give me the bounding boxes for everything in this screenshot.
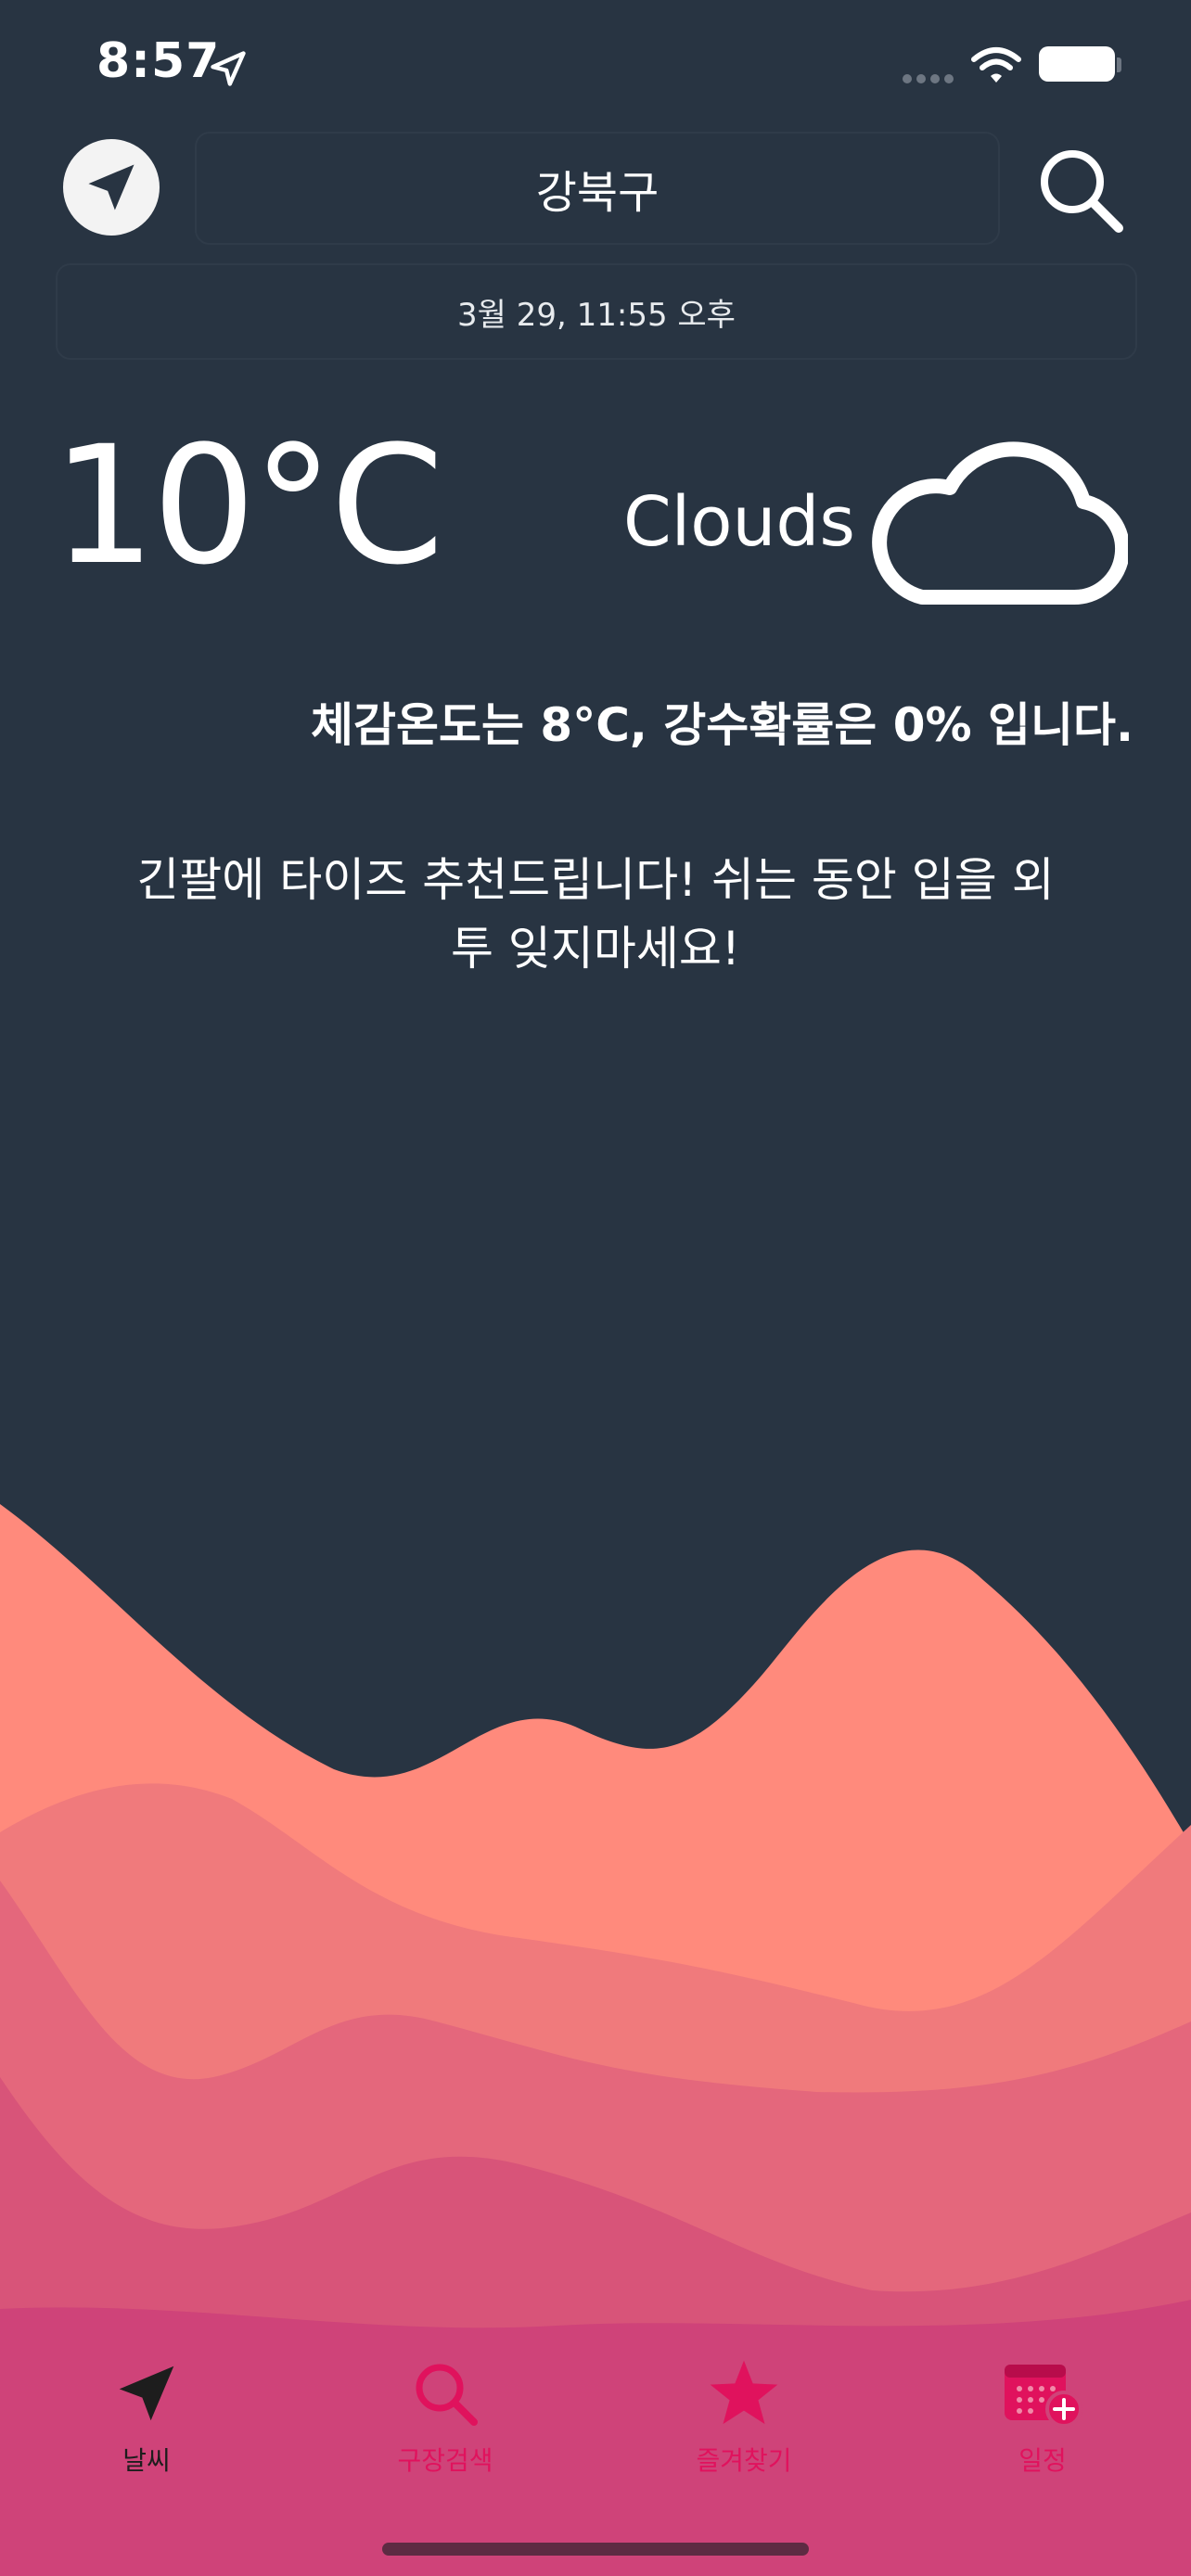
location-arrow-icon xyxy=(88,164,134,210)
weather-condition: Clouds xyxy=(623,482,855,562)
clothing-recommendation: 긴팔에 타이즈 추천드립니다! 쉬는 동안 입을 외투 잊지마세요! xyxy=(136,853,1055,976)
status-time: 8:57 xyxy=(96,33,221,89)
tab-label: 날씨 xyxy=(122,2445,171,2476)
wifi-icon xyxy=(971,47,1021,83)
search-icon[interactable] xyxy=(1031,141,1128,237)
temperature: 10°C xyxy=(52,411,444,601)
tab-label: 즐겨찾기 xyxy=(696,2445,792,2476)
tab-schedule[interactable]: 일정 xyxy=(931,2359,1154,2478)
tab-label: 구장검색 xyxy=(397,2445,493,2476)
tab-field-search[interactable]: 구장검색 xyxy=(334,2359,557,2478)
city-name[interactable]: 강북구 xyxy=(195,132,1000,245)
calendar-add-icon xyxy=(1005,2365,1082,2428)
tab-weather[interactable]: 날씨 xyxy=(35,2359,258,2478)
cloud-icon xyxy=(872,441,1128,606)
location-services-icon xyxy=(211,51,246,86)
feels-like-text: 체감온도는 8°C, 강수확률은 0% 입니다. xyxy=(311,698,1133,752)
date-time: 3월 29, 11:55 오후 xyxy=(56,263,1137,360)
location-arrow-icon xyxy=(119,2366,174,2421)
home-indicator[interactable] xyxy=(382,2543,809,2556)
battery-cap xyxy=(1117,57,1121,72)
cellular-signal-icon xyxy=(903,74,954,83)
search-icon xyxy=(416,2364,478,2426)
current-location-button[interactable] xyxy=(63,139,160,236)
tab-label: 일정 xyxy=(1018,2445,1067,2476)
tab-favorites[interactable]: 즐겨찾기 xyxy=(633,2359,855,2478)
battery-icon xyxy=(1039,46,1115,82)
star-icon xyxy=(710,2360,778,2425)
